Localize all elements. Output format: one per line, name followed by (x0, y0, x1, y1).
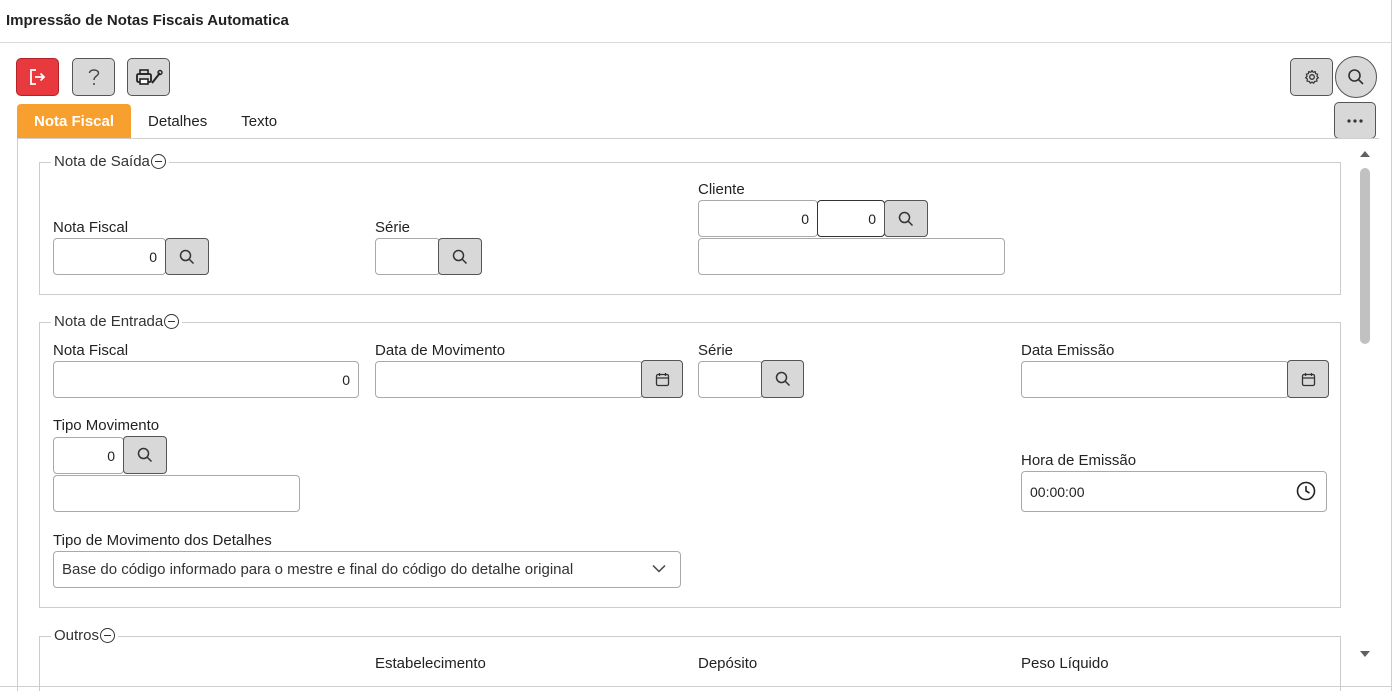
group-legend: Nota de Saída (51, 153, 169, 170)
printer-icon (135, 69, 163, 85)
nota-saida-nota-fiscal-input[interactable]: 0 (53, 238, 166, 275)
more-options-button[interactable] (1334, 102, 1376, 139)
tab-nota-fiscal[interactable]: Nota Fiscal (17, 104, 132, 138)
hora-emissao-input[interactable]: 00:00:00 (1021, 471, 1327, 512)
nota-saida-cliente-description[interactable] (698, 238, 1005, 275)
collapse-icon[interactable] (164, 314, 180, 329)
print-config-button[interactable] (127, 58, 170, 96)
group-legend: Nota de Entrada (51, 313, 183, 330)
nota-entrada-nota-fiscal-input[interactable]: 0 (53, 361, 359, 398)
tipo-movimento-search-button[interactable] (123, 436, 167, 474)
group-nota-saida: Nota de Saída (39, 153, 1341, 295)
settings-button[interactable] (1290, 58, 1333, 96)
nota-saida-nota-fiscal-search-button[interactable] (165, 238, 209, 275)
hora-emissao-value: 00:00:00 (1030, 483, 1085, 500)
data-movimento-input[interactable] (375, 361, 643, 398)
calendar-icon (655, 372, 669, 386)
search-icon (137, 447, 153, 463)
tipo-mov-detalhes-selected: Base do código informado para o mestre e… (62, 561, 574, 578)
legend-label: Nota de Entrada (54, 313, 164, 330)
help-icon (88, 69, 99, 85)
scroll-down-arrow[interactable] (1360, 651, 1370, 657)
gear-icon (1304, 69, 1319, 84)
exit-icon (29, 69, 45, 85)
tipo-movimento-label: Tipo Movimento (53, 417, 160, 434)
chevron-down-icon (652, 564, 666, 573)
window-right-border (1391, 0, 1392, 691)
search-icon (775, 371, 790, 387)
more-icon (1347, 118, 1363, 123)
search-icon (1348, 69, 1364, 85)
tab-bar: Nota Fiscal Detalhes Texto (17, 104, 294, 138)
legend-label: Outros (54, 627, 100, 644)
help-button[interactable] (72, 58, 115, 96)
calendar-icon (1301, 372, 1315, 386)
tipo-mov-detalhes-label: Tipo de Movimento dos Detalhes (53, 532, 272, 549)
group-legend: Outros (51, 627, 119, 644)
nota-saida-serie-input[interactable] (375, 238, 440, 275)
nota-entrada-serie-search-button[interactable] (761, 360, 804, 398)
estabelecimento-label: Estabelecimento (375, 655, 486, 672)
search-icon (452, 249, 468, 264)
legend-label: Nota de Saída (54, 153, 150, 170)
peso-liquido-label: Peso Líquido (1021, 655, 1109, 672)
scroll-up-arrow[interactable] (1360, 151, 1370, 157)
scroll-thumb[interactable] (1360, 168, 1370, 344)
deposito-label: Depósito (698, 655, 758, 672)
nota-saida-cliente-search-button[interactable] (884, 200, 928, 237)
tab-detalhes[interactable]: Detalhes (131, 104, 224, 138)
clock-icon[interactable] (1296, 481, 1316, 501)
nota-saida-serie-search-button[interactable] (438, 238, 482, 275)
nota-entrada-nota-fiscal-label: Nota Fiscal (53, 342, 129, 359)
data-emissao-label: Data Emissão (1021, 342, 1115, 359)
tab-texto[interactable]: Texto (224, 104, 294, 138)
nota-saida-cliente-code-input[interactable]: 0 (698, 200, 818, 237)
search-icon (179, 249, 195, 264)
data-movimento-calendar-button[interactable] (641, 360, 683, 398)
search-toolbar-button[interactable] (1335, 56, 1377, 98)
nota-entrada-serie-label: Série (698, 342, 734, 359)
exit-button[interactable] (16, 58, 59, 96)
window-title: Impressão de Notas Fiscais Automatica (6, 12, 289, 29)
panel-left-border (17, 138, 18, 691)
nota-saida-cliente-label: Cliente (698, 181, 745, 198)
collapse-icon[interactable] (150, 154, 166, 169)
data-emissao-input[interactable] (1021, 361, 1289, 398)
tipo-movimento-description[interactable] (53, 475, 300, 512)
nota-saida-cliente-branch-input[interactable]: 0 (817, 200, 885, 237)
tab-divider (17, 138, 1379, 139)
group-outros: Outros (39, 627, 1341, 691)
nota-saida-nota-fiscal-label: Nota Fiscal (53, 219, 129, 236)
data-emissao-calendar-button[interactable] (1287, 360, 1329, 398)
collapse-icon[interactable] (100, 628, 116, 643)
nota-saida-serie-label: Série (375, 219, 411, 236)
tipo-mov-detalhes-select[interactable]: Base do código informado para o mestre e… (53, 551, 681, 588)
window-title-bar: Impressão de Notas Fiscais Automatica (0, 0, 1392, 43)
tipo-movimento-input[interactable]: 0 (53, 437, 124, 474)
search-icon (898, 211, 914, 226)
data-movimento-label: Data de Movimento (375, 342, 506, 359)
vertical-scrollbar[interactable] (1357, 145, 1373, 667)
hora-emissao-label: Hora de Emissão (1021, 452, 1137, 469)
nota-entrada-serie-input[interactable] (698, 361, 763, 398)
